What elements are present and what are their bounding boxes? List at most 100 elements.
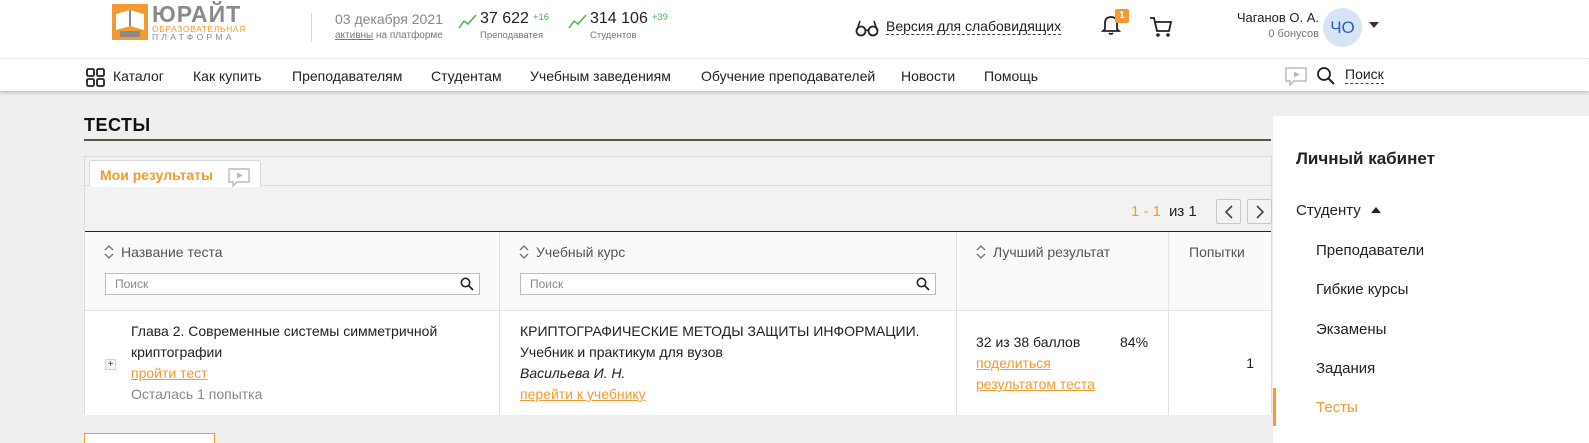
- take-test-link[interactable]: пройти тест: [131, 363, 208, 384]
- search-link[interactable]: Поиск: [1345, 66, 1384, 84]
- go-to-textbook-link[interactable]: перейти к учебнику: [520, 384, 646, 405]
- column-header-best-result[interactable]: Лучший результат: [957, 232, 1169, 311]
- column-label: Учебный курс: [536, 244, 626, 260]
- test-name-cont: криптографии: [131, 344, 223, 360]
- active-on-platform: активны на платформе: [335, 30, 443, 41]
- pager-range: 1 - 1: [1131, 203, 1162, 220]
- page-title: ТЕСТЫ: [84, 115, 151, 135]
- trend-up-icon: [568, 14, 587, 29]
- search-icon[interactable]: [1316, 66, 1336, 86]
- video-help-icon[interactable]: [228, 167, 250, 187]
- title-underline: [84, 139, 1271, 141]
- column-header-test-name[interactable]: Название теста: [85, 232, 500, 311]
- stat-students-number: 314 106: [590, 10, 648, 27]
- column-header-attempts: Попытки: [1169, 232, 1271, 311]
- nav-news[interactable]: Новости: [901, 68, 955, 84]
- sidebar-section-label: Студенту: [1296, 202, 1361, 219]
- chevron-left-icon: [1224, 205, 1233, 219]
- main-nav: Каталог Как купить Преподавателям Студен…: [0, 58, 1589, 91]
- user-bonus: 0 бонусов: [1268, 28, 1319, 40]
- attempts-cell: 1: [1169, 311, 1271, 415]
- bottom-action-button[interactable]: [84, 433, 215, 443]
- logo-subtitle-2: ПЛАТФОРМА: [152, 32, 235, 42]
- tab-my-results[interactable]: Мои результаты: [89, 160, 261, 187]
- header-divider: [311, 13, 312, 42]
- glasses-icon: [855, 20, 879, 37]
- attempts-left: Осталась 1 попытка: [131, 386, 263, 402]
- active-link[interactable]: активны: [335, 30, 373, 41]
- pager-prev-button[interactable]: [1216, 199, 1241, 224]
- nav-how-to-buy[interactable]: Как купить: [193, 68, 261, 84]
- pager-next-button[interactable]: [1247, 199, 1272, 224]
- tab-my-results-label: Мои результаты: [100, 167, 213, 183]
- chevron-up-icon: [1370, 207, 1381, 213]
- cart-icon: [1150, 17, 1173, 37]
- nav-catalog[interactable]: Каталог: [113, 68, 164, 84]
- stat-teachers: 37 622 +16 Преподаватея: [458, 10, 558, 44]
- sidebar-item-tests[interactable]: Тесты: [1316, 399, 1358, 416]
- column-label: Лучший результат: [993, 244, 1111, 260]
- chevron-right-icon: [1256, 205, 1265, 219]
- column-label: Название теста: [121, 244, 223, 260]
- sort-icon[interactable]: [518, 244, 530, 260]
- search-icon[interactable]: [916, 277, 930, 291]
- nav-institutions[interactable]: Учебным заведениям: [530, 68, 671, 84]
- course-author: Васильева И. Н.: [520, 365, 626, 381]
- table-row: + Глава 2. Современные системы симметрич…: [85, 311, 500, 415]
- test-name-filter[interactable]: [105, 273, 480, 295]
- sidebar-section-student[interactable]: Студенту: [1296, 202, 1381, 219]
- video-help-icon[interactable]: [1285, 66, 1307, 86]
- sidebar-item-teachers[interactable]: Преподаватели: [1316, 242, 1424, 259]
- search-icon[interactable]: [460, 277, 474, 291]
- chevron-down-icon[interactable]: [1369, 22, 1379, 28]
- course-title: КРИПТОГРАФИЧЕСКИЕ МЕТОДЫ ЗАЩИТЫ ИНФОРМАЦ…: [520, 323, 920, 339]
- user-name[interactable]: Чаганов О. А.: [1237, 10, 1319, 25]
- sidebar-title: Личный кабинет: [1296, 149, 1435, 168]
- share-result-link[interactable]: поделиться: [976, 353, 1051, 374]
- best-result-cell: 32 из 38 баллов 84% поделиться результат…: [957, 311, 1169, 415]
- nav-teacher-training[interactable]: Обучение преподавателей: [701, 68, 875, 84]
- cart-button[interactable]: [1149, 16, 1173, 43]
- results-panel: Мои результаты 1 - 1 из 1 Название теста…: [84, 156, 1272, 415]
- stat-teachers-increase: +16: [532, 12, 550, 23]
- active-suffix: на платформе: [376, 30, 443, 41]
- tab-divider: [85, 185, 1271, 186]
- score-percent: 84%: [1120, 334, 1149, 350]
- course-cell: КРИПТОГРАФИЧЕСКИЕ МЕТОДЫ ЗАЩИТЫ ИНФОРМАЦ…: [500, 311, 957, 415]
- sort-icon[interactable]: [975, 244, 987, 260]
- stat-teachers-label: Преподаватея: [480, 30, 544, 41]
- course-search-input[interactable]: [530, 277, 862, 291]
- header: ЮРАЙТ ОБРАЗОВАТЕЛЬНАЯ ПЛАТФОРМА 03 декаб…: [0, 0, 1589, 58]
- score: 32 из 38 баллов: [976, 334, 1081, 350]
- avatar[interactable]: ЧО: [1323, 8, 1362, 47]
- catalog-grid-icon[interactable]: [86, 68, 106, 88]
- column-header-course[interactable]: Учебный курс: [500, 232, 957, 311]
- sidebar-item-flex-courses[interactable]: Гибкие курсы: [1316, 281, 1408, 298]
- low-vision-label: Версия для слабовидящих: [886, 18, 1062, 35]
- sidebar: Личный кабинет Студенту Преподаватели Ги…: [1273, 116, 1589, 443]
- test-name-search-input[interactable]: [115, 277, 414, 291]
- stat-teachers-number: 37 622: [480, 10, 529, 27]
- results-table: Название теста Учебный курс Лучший резул…: [85, 231, 1271, 415]
- nav-students[interactable]: Студентам: [431, 68, 502, 84]
- nav-teachers[interactable]: Преподавателям: [292, 68, 402, 84]
- trend-up-icon: [458, 14, 477, 29]
- logo-icon: [112, 4, 148, 40]
- stat-students-label: Студентов: [590, 30, 637, 41]
- stat-students-increase: +39: [651, 12, 668, 23]
- sidebar-item-exams[interactable]: Экзамены: [1316, 321, 1386, 338]
- test-name: Глава 2. Современные системы симметрично…: [131, 323, 438, 339]
- share-result-link-cont[interactable]: результатом теста: [976, 374, 1095, 395]
- brand-logo[interactable]: ЮРАЙТ ОБРАЗОВАТЕЛЬНАЯ ПЛАТФОРМА: [112, 1, 262, 42]
- header-date: 03 декабря 2021: [335, 11, 443, 27]
- column-label: Попытки: [1189, 244, 1245, 260]
- sidebar-item-tasks[interactable]: Задания: [1316, 360, 1375, 377]
- pager-total: из 1: [1169, 203, 1197, 220]
- sort-icon[interactable]: [103, 244, 115, 260]
- expand-row-button[interactable]: +: [105, 359, 116, 370]
- sidebar-active-marker: [1273, 388, 1276, 426]
- course-filter[interactable]: [520, 273, 936, 295]
- notifications-badge: 1: [1115, 9, 1129, 23]
- nav-help[interactable]: Помощь: [984, 68, 1038, 84]
- course-subtitle: Учебник и практикум для вузов: [520, 344, 723, 360]
